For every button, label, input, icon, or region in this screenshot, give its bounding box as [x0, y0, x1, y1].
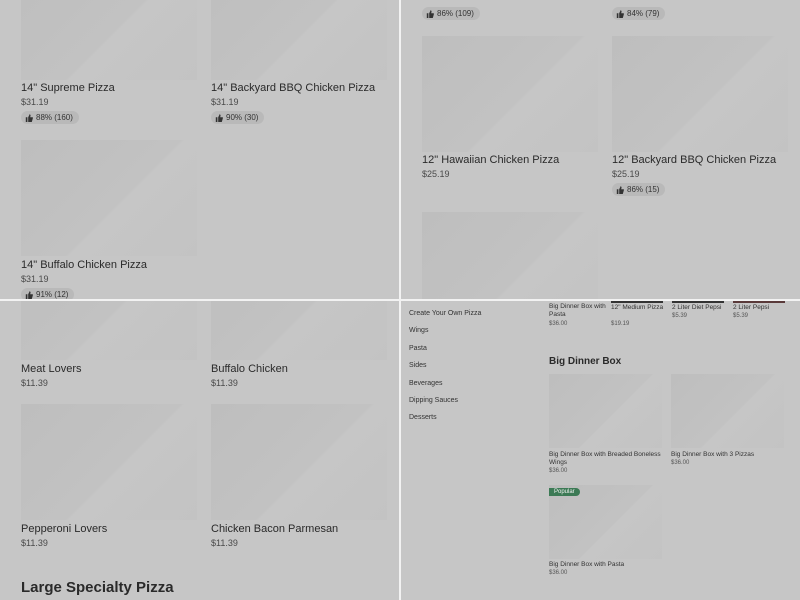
rating-badge: 86% (15) [612, 183, 666, 196]
nav-item-pasta[interactable]: Pasta [409, 345, 427, 352]
item-name: Meat Lovers [21, 363, 82, 375]
section-title: Big Dinner Box [549, 356, 622, 367]
menu-view-large-pizzas: 14" Supreme Pizza $31.19 88% (160) 14" B… [0, 0, 399, 299]
rating-text: 84% (79) [627, 9, 660, 18]
item-name: Buffalo Chicken [211, 363, 288, 375]
thumbs-up-icon [25, 113, 33, 122]
nav-item-wings[interactable]: Wings [409, 327, 428, 334]
item-image [422, 212, 598, 299]
nav-item-sides[interactable]: Sides [409, 362, 427, 369]
item-price: $11.39 [211, 538, 238, 548]
item-image [612, 36, 788, 152]
item-name: 12" Backyard BBQ Chicken Pizza [612, 154, 777, 166]
item-name: Pepperoni Lovers [21, 523, 108, 535]
rating-text: 86% (15) [627, 185, 660, 194]
popular-badge: Popular [549, 488, 580, 496]
item-name: Big Dinner Box with Pasta [549, 303, 606, 318]
thumbs-up-icon [616, 185, 624, 194]
item-image [21, 404, 197, 520]
item-price: $31.19 [21, 274, 49, 284]
item-price: $36.00 [549, 321, 568, 327]
nav-item-beverages[interactable]: Beverages [409, 380, 442, 387]
nav-item-desserts[interactable]: Desserts [409, 414, 437, 421]
item-price: $11.39 [211, 378, 238, 388]
image-edge [672, 301, 724, 303]
item-name: 12" Hawaiian Chicken Pizza [422, 154, 560, 166]
menu-view-small-pizzas: Meat Lovers $11.39 Buffalo Chicken $11.3… [0, 301, 399, 600]
rating-badge: 88% (160) [21, 111, 79, 124]
item-name: Big Dinner Box with Breaded Boneless Win… [549, 451, 661, 466]
item-name: 12" Medium Pizza [611, 304, 664, 311]
item-price: $25.19 [422, 169, 450, 179]
thumbs-up-icon [25, 290, 33, 299]
item-image [422, 36, 598, 152]
nav-item-create-your-own-pizza[interactable]: Create Your Own Pizza [409, 310, 481, 317]
item-price: $36.00 [549, 570, 568, 576]
item-price: $11.39 [21, 378, 48, 388]
item-name: 14" Supreme Pizza [21, 82, 115, 94]
item-image [211, 0, 387, 80]
section-title: Large Specialty Pizza [21, 579, 174, 596]
item-price: $11.39 [21, 538, 48, 548]
item-image [549, 485, 662, 559]
rating-badge: 84% (79) [612, 7, 666, 20]
item-name: 14" Backyard BBQ Chicken Pizza [211, 82, 376, 94]
item-image [211, 404, 387, 520]
rating-text: 86% (109) [437, 9, 474, 18]
item-image [549, 374, 662, 448]
item-name: Chicken Bacon Parmesan [211, 523, 339, 535]
rating-badge: 86% (109) [422, 7, 480, 20]
item-price: $25.19 [612, 169, 640, 179]
rating-text: 88% (160) [36, 113, 73, 122]
thumbs-up-icon [426, 9, 434, 18]
item-price: $5.39 [733, 313, 749, 319]
image-edge [611, 301, 663, 303]
menu-view-big-dinner-box: Create Your Own Pizza Wings Pasta Sides … [401, 301, 800, 600]
item-name: 2 Liter Diet Pepsi [672, 304, 722, 311]
item-price: $5.39 [672, 313, 688, 319]
item-name: Big Dinner Box with Pasta [549, 561, 625, 568]
item-image [671, 374, 784, 448]
item-name: Big Dinner Box with 3 Pizzas [671, 451, 755, 458]
item-image [21, 140, 197, 256]
thumbs-up-icon [215, 113, 223, 122]
item-price: $31.19 [211, 97, 239, 107]
image-edge [733, 301, 785, 303]
item-price: $36.00 [671, 460, 690, 466]
item-price: $31.19 [21, 97, 49, 107]
item-image [211, 301, 387, 360]
item-image [21, 0, 197, 80]
rating-text: 91% (12) [36, 290, 69, 299]
item-name: 14" Buffalo Chicken Pizza [21, 259, 147, 271]
thumbs-up-icon [616, 9, 624, 18]
rating-badge: 90% (30) [211, 111, 265, 124]
item-price: $36.00 [549, 468, 568, 474]
nav-item-dipping-sauces[interactable]: Dipping Sauces [409, 397, 458, 404]
item-price: $19.19 [611, 321, 630, 327]
item-image [21, 301, 197, 360]
frame-divider [0, 299, 800, 301]
menu-view-medium-pizzas: 86% (109) 84% (79) 12" Hawaiian Chicken … [401, 0, 800, 299]
rating-badge: 91% (12) [21, 288, 75, 299]
item-name: 2 Liter Pepsi [733, 304, 770, 311]
rating-text: 90% (30) [226, 113, 259, 122]
